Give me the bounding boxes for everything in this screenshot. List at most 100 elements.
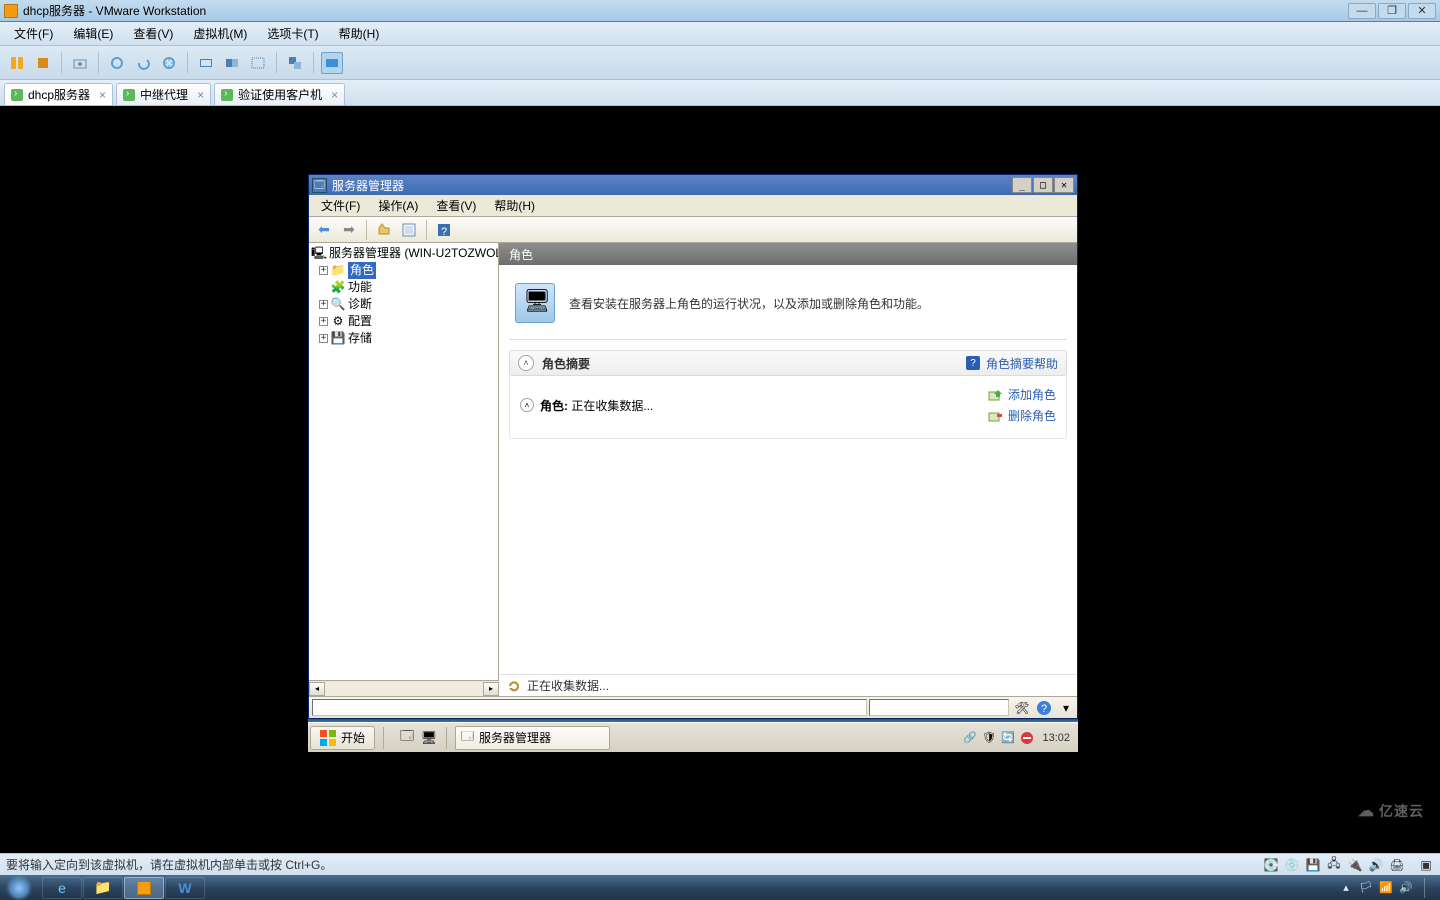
refresh-button[interactable]: [398, 220, 420, 240]
roles-summary-bar[interactable]: ˄ 角色摘要 ? 角色摘要帮助: [509, 350, 1067, 376]
add-role-link[interactable]: 添加角色: [988, 386, 1056, 403]
expand-icon[interactable]: +: [319, 317, 328, 326]
unity-icon[interactable]: [221, 52, 243, 74]
power-off-icon[interactable]: [32, 52, 54, 74]
snapshot-icon[interactable]: [69, 52, 91, 74]
sm-minimize-button[interactable]: _: [1012, 177, 1032, 193]
tray-update-icon[interactable]: 🔄: [1000, 730, 1015, 745]
vm-tab-dhcp[interactable]: dhcp服务器 ×: [4, 83, 113, 105]
console-view-icon[interactable]: [247, 52, 269, 74]
pinned-word[interactable]: W: [165, 877, 205, 899]
nav-forward-button[interactable]: ➡: [338, 220, 360, 240]
sm-menu-help[interactable]: 帮助(H): [486, 195, 543, 216]
tray-security-icon[interactable]: 🛡: [981, 730, 996, 745]
tree-storage[interactable]: + 💾 存储: [311, 330, 496, 347]
snapshot-manager-icon[interactable]: [158, 52, 180, 74]
pinned-explorer[interactable]: 📁: [83, 877, 123, 899]
menu-tabs[interactable]: 选项卡(T): [259, 22, 326, 45]
taskbar-task-server-manager[interactable]: 🗔 服务器管理器: [455, 726, 610, 750]
host-start-button[interactable]: [0, 875, 38, 900]
close-icon[interactable]: ×: [331, 88, 338, 102]
vm-running-icon: [11, 89, 23, 101]
tray-expand-icon[interactable]: ▴: [1338, 880, 1354, 896]
device-hdd-icon[interactable]: 💽: [1263, 857, 1279, 873]
sm-titlebar[interactable]: 服务器管理器 _ □ ✕: [309, 175, 1077, 195]
status-help-icon[interactable]: ?: [1035, 699, 1053, 717]
tray-network-icon[interactable]: 📶: [1378, 880, 1394, 896]
vm-tab-label: 验证使用客户机: [238, 86, 322, 103]
tree-config[interactable]: + ⚙ 配置: [311, 313, 496, 330]
expand-icon[interactable]: +: [319, 300, 328, 309]
device-sound-icon[interactable]: 🔊: [1368, 857, 1384, 873]
power-on-icon[interactable]: [6, 52, 28, 74]
close-icon[interactable]: ×: [99, 88, 106, 102]
menu-vm[interactable]: 虚拟机(M): [185, 22, 255, 45]
snapshot-revert-icon[interactable]: [132, 52, 154, 74]
pinned-ie[interactable]: e: [42, 877, 82, 899]
nav-back-button[interactable]: ⬅: [313, 220, 335, 240]
close-icon[interactable]: ×: [197, 88, 204, 102]
snapshot-take-icon[interactable]: [106, 52, 128, 74]
status-dropdown-icon[interactable]: ▾: [1057, 699, 1075, 717]
maximize-button[interactable]: ❐: [1378, 3, 1406, 19]
toolbar-separator: [187, 52, 188, 74]
sm-maximize-button[interactable]: □: [1033, 177, 1053, 193]
vm-tab-relay[interactable]: 中继代理 ×: [116, 83, 211, 105]
scroll-left-icon[interactable]: ◂: [309, 682, 325, 696]
device-printer-icon[interactable]: 🖨: [1389, 857, 1405, 873]
show-desktop-icon[interactable]: 🗔: [398, 729, 416, 747]
tree-horizontal-scrollbar[interactable]: ◂ ▸: [309, 680, 499, 696]
menu-file[interactable]: 文件(F): [6, 22, 61, 45]
expand-icon[interactable]: +: [319, 266, 328, 275]
vm-display-area[interactable]: 服务器管理器 _ □ ✕ 文件(F) 操作(A) 查看(V) 帮助(H) ⬅ ➡: [0, 106, 1440, 853]
sm-menu-view[interactable]: 查看(V): [428, 195, 484, 216]
menu-help[interactable]: 帮助(H): [331, 22, 388, 45]
tray-network-icon[interactable]: 🔗: [962, 730, 977, 745]
device-usb-icon[interactable]: 🔌: [1347, 857, 1363, 873]
tree-features[interactable]: 🧩 功能: [311, 279, 496, 296]
help-button[interactable]: ?: [433, 220, 455, 240]
up-level-button[interactable]: [373, 220, 395, 240]
caret-icon[interactable]: ˄: [520, 398, 534, 412]
fullscreen-icon[interactable]: [195, 52, 217, 74]
tree-roles[interactable]: + 📁 角色: [311, 262, 496, 279]
device-cd-icon[interactable]: 💿: [1284, 857, 1300, 873]
device-network-icon[interactable]: 🖧: [1326, 857, 1342, 873]
remove-role-link[interactable]: 删除角色: [988, 407, 1056, 424]
menu-edit[interactable]: 编辑(E): [65, 22, 121, 45]
tray-action-center-icon[interactable]: 🏳: [1358, 880, 1374, 896]
vm-tab-client[interactable]: 验证使用客户机 ×: [214, 83, 345, 105]
tree-root-label: 服务器管理器 (WIN-U2TOZWOL1H: [329, 245, 499, 262]
explorer-icon[interactable]: 🖥: [420, 729, 438, 747]
collapse-icon[interactable]: ˄: [518, 355, 534, 371]
sm-tree[interactable]: 🖳 服务器管理器 (WIN-U2TOZWOL1H + 📁 角色 🧩 功能: [309, 243, 499, 680]
minimize-button[interactable]: —: [1348, 3, 1376, 19]
tree-root[interactable]: 🖳 服务器管理器 (WIN-U2TOZWOL1H: [311, 245, 496, 262]
quick-switch-icon[interactable]: [321, 52, 343, 74]
tray-alert-icon[interactable]: [1019, 730, 1034, 745]
menu-view[interactable]: 查看(V): [125, 22, 181, 45]
close-button[interactable]: ✕: [1408, 3, 1436, 19]
sm-close-button[interactable]: ✕: [1054, 177, 1074, 193]
vmware-app-icon: [4, 4, 18, 18]
expand-icon[interactable]: +: [319, 334, 328, 343]
sm-menu-file[interactable]: 文件(F): [313, 195, 368, 216]
pinned-vmware[interactable]: [124, 877, 164, 899]
device-message-icon[interactable]: ▣: [1418, 857, 1434, 873]
device-floppy-icon[interactable]: 💾: [1305, 857, 1321, 873]
tree-features-label: 功能: [348, 279, 372, 296]
tree-diagnostics[interactable]: + 🔍 诊断: [311, 296, 496, 313]
role-intro-text: 查看安装在服务器上角色的运行状况，以及添加或删除角色和功能。: [569, 295, 929, 312]
guest-desktop[interactable]: 服务器管理器 _ □ ✕ 文件(F) 操作(A) 查看(V) 帮助(H) ⬅ ➡: [308, 174, 1078, 752]
status-config-icon[interactable]: 🛠: [1013, 699, 1031, 717]
scroll-track[interactable]: [325, 682, 483, 696]
tray-volume-icon[interactable]: 🔊: [1398, 880, 1414, 896]
sm-menu-action[interactable]: 操作(A): [370, 195, 426, 216]
start-button[interactable]: 开始: [310, 726, 375, 750]
roles-summary-help[interactable]: 角色摘要帮助: [986, 355, 1058, 372]
guest-clock[interactable]: 13:02: [1042, 732, 1070, 744]
show-desktop-button[interactable]: [1424, 878, 1432, 898]
right-header-title: 角色: [509, 246, 533, 263]
library-icon[interactable]: [284, 52, 306, 74]
scroll-right-icon[interactable]: ▸: [483, 682, 499, 696]
